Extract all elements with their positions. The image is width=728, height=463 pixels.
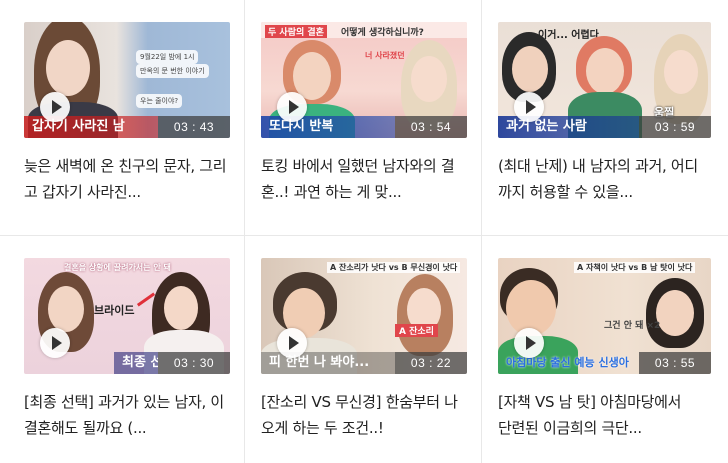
video-thumbnail[interactable]: A 잔소리가 낫다 vs B 무신경이 낫다 A 잔소리 피 한번 나 봐야..… xyxy=(261,258,467,374)
video-card[interactable]: 이거... 어렵다 움찔 과거 없는 사람 03 : 59 (최대 난제) 내 … xyxy=(482,0,728,236)
play-icon[interactable] xyxy=(40,92,70,122)
video-duration: 03 : 59 xyxy=(639,116,711,138)
thumb-text: A 잔소리 xyxy=(395,324,438,337)
thumb-caption: 또다시 반복 xyxy=(261,116,395,138)
video-title[interactable]: (최대 난제) 내 남자의 과거, 어디까지 허용할 수 있을... xyxy=(498,153,698,205)
thumb-text: 두 사람의 결혼 xyxy=(265,25,327,38)
video-thumbnail[interactable]: 이거... 어렵다 움찔 과거 없는 사람 03 : 59 xyxy=(498,22,711,138)
play-icon[interactable] xyxy=(514,92,544,122)
thumb-text: 9월22일 밤에 1시 xyxy=(136,50,199,64)
thumb-caption: 피 한번 나 봐야... xyxy=(261,352,395,374)
video-title[interactable]: 토킹 바에서 일했던 남자와의 결혼..! 과연 하는 게 맞... xyxy=(261,153,467,205)
video-grid: 9월22일 밤에 1시 만옥의 문 번한 이야기 우는 줄이야? 갑자기 사라진… xyxy=(0,0,728,463)
thumb-text: 어떻게 생각하십니까? xyxy=(341,28,424,38)
thumb-text: A 잔소리가 낫다 vs B 무신경이 낫다 xyxy=(327,262,461,273)
thumb-caption: 갑자기 사라진 남 xyxy=(24,116,158,138)
play-icon[interactable] xyxy=(514,328,544,358)
thumb-caption: 아침마당 출신 예능 신생아 xyxy=(506,356,629,369)
thumb-text: 너 사라졌던 xyxy=(365,51,405,60)
video-title[interactable]: 늦은 새벽에 온 친구의 문자, 그리고 갑자기 사라진... xyxy=(24,153,230,205)
video-duration: 03 : 55 xyxy=(639,352,711,374)
video-duration: 03 : 30 xyxy=(158,352,230,374)
thumb-text: 그건 안 돼 ×2 xyxy=(604,321,661,331)
video-card[interactable]: A 자책이 낫다 vs B 남 탓이 낫다 그건 안 돼 ×2 아침마당 출신 … xyxy=(482,236,728,463)
thumb-text: 브라이드 xyxy=(94,304,135,317)
thumb-text: 만옥의 문 번한 이야기 xyxy=(136,64,209,78)
video-thumbnail[interactable]: A 자책이 낫다 vs B 남 탓이 낫다 그건 안 돼 ×2 아침마당 출신 … xyxy=(498,258,711,374)
video-card[interactable]: 두 사람의 결혼 어떻게 생각하십니까? 너 사라졌던 또다시 반복 03 : … xyxy=(245,0,482,236)
thumb-text: 결혼을 상황에 끌려가서는 안 돼 xyxy=(64,263,171,272)
thumb-caption: 과거 없는 사람 xyxy=(498,116,639,138)
thumb-caption: 최종 선택 xyxy=(114,352,158,374)
play-icon[interactable] xyxy=(277,328,307,358)
video-thumbnail[interactable]: 9월22일 밤에 1시 만옥의 문 번한 이야기 우는 줄이야? 갑자기 사라진… xyxy=(24,22,230,138)
thumb-text: A 자책이 낫다 vs B 남 탓이 낫다 xyxy=(574,262,696,273)
video-duration: 03 : 43 xyxy=(158,116,230,138)
video-card[interactable]: 결혼을 상황에 끌려가서는 안 돼 브라이드 최종 선택 03 : 30 [최종… xyxy=(0,236,245,463)
play-icon[interactable] xyxy=(277,92,307,122)
video-duration: 03 : 54 xyxy=(395,116,467,138)
video-thumbnail[interactable]: 두 사람의 결혼 어떻게 생각하십니까? 너 사라졌던 또다시 반복 03 : … xyxy=(261,22,467,138)
video-title[interactable]: [최종 선택] 과거가 있는 남자, 이 결혼해도 될까요 (... xyxy=(24,389,230,441)
video-duration: 03 : 22 xyxy=(395,352,467,374)
video-title[interactable]: [잔소리 VS 무신경] 한숨부터 나오게 하는 두 조건..! xyxy=(261,389,467,441)
video-thumbnail[interactable]: 결혼을 상황에 끌려가서는 안 돼 브라이드 최종 선택 03 : 30 xyxy=(24,258,230,374)
thumb-text: 우는 줄이야? xyxy=(136,94,183,108)
video-title[interactable]: [자책 VS 남 탓] 아침마당에서 단련된 이금희의 극단... xyxy=(498,389,698,441)
video-card[interactable]: A 잔소리가 낫다 vs B 무신경이 낫다 A 잔소리 피 한번 나 봐야..… xyxy=(245,236,482,463)
play-icon[interactable] xyxy=(40,328,70,358)
video-card[interactable]: 9월22일 밤에 1시 만옥의 문 번한 이야기 우는 줄이야? 갑자기 사라진… xyxy=(0,0,245,236)
